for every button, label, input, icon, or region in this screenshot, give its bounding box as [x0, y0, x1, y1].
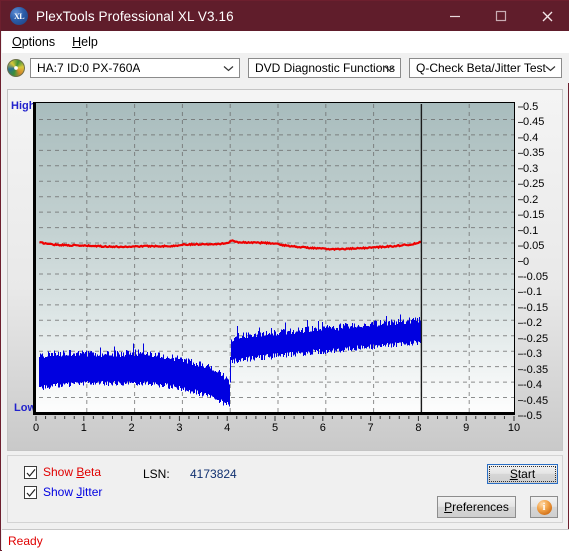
y-axis-tick: -0.4: [523, 379, 542, 392]
menu-bar: Options Help: [2, 31, 569, 53]
x-axis-tick: 3: [176, 422, 183, 434]
function-select[interactable]: DVD Diagnostic Functions: [248, 58, 401, 78]
y-axis-tick: 0.4: [523, 131, 539, 144]
y-axis-tick: -0.35: [523, 363, 549, 376]
x-axis-tick: 4: [224, 422, 231, 434]
y-axis-ticks: [518, 106, 523, 417]
menu-item-help-label: elp: [81, 35, 98, 49]
lsn-value: 4173824: [190, 467, 237, 481]
maximize-icon[interactable]: [478, 1, 524, 31]
drive-select[interactable]: HA:7 ID:0 PX-760A: [30, 58, 240, 78]
y-axis-tick: -0.15: [523, 301, 549, 314]
y-axis-tick: 0.15: [523, 209, 545, 222]
show-jitter-checkbox[interactable]: Show Jitter: [24, 485, 102, 499]
x-axis-tick: 8: [415, 422, 422, 434]
check-icon: [26, 468, 36, 477]
test-select[interactable]: Q-Check Beta/Jitter Test: [409, 58, 562, 78]
y-axis-tick: 0.35: [523, 147, 545, 160]
y-axis-tick: -0.1: [523, 286, 542, 299]
function-select-value: DVD Diagnostic Functions: [255, 61, 396, 75]
y-axis-tick: -0.05: [523, 270, 549, 283]
info-icon: i: [536, 499, 552, 515]
y-axis-tick: 0.5: [523, 101, 539, 113]
lsn-label: LSN:: [143, 467, 170, 481]
x-axis-tick: 7: [367, 422, 374, 434]
y-axis-tick: -0.45: [523, 394, 549, 407]
y-axis-tick: 0.2: [523, 193, 539, 206]
y-axis-tick: 0.1: [523, 224, 539, 237]
menu-item-options[interactable]: Options: [5, 33, 62, 51]
preferences-button[interactable]: Preferences: [437, 496, 516, 518]
chevron-down-icon: [221, 59, 235, 77]
x-axis-tick: 10: [507, 422, 521, 434]
window-controls: [432, 1, 569, 31]
check-icon: [26, 488, 36, 497]
title-bar: XL PlexTools Professional XL V3.16: [1, 1, 569, 31]
status-bar: Ready: [2, 529, 569, 551]
controls-panel: Show Beta Show Jitter LSN: 4173824 Start…: [7, 455, 563, 523]
menu-item-help[interactable]: Help: [65, 33, 105, 51]
start-button-label: Start: [509, 467, 536, 481]
x-axis: 0 1 2 3 4 5 6 7 8 9 10: [32, 416, 521, 440]
status-text: Ready: [8, 533, 43, 548]
y-axis-tick: -0.2: [523, 317, 542, 330]
start-button[interactable]: Start: [487, 464, 558, 484]
y-axis-tick: -0.25: [523, 332, 549, 345]
x-axis-tick: 1: [80, 422, 87, 434]
xl-logo-icon: XL: [10, 7, 28, 25]
window-title: PlexTools Professional XL V3.16: [36, 8, 234, 24]
x-axis-tick: 5: [271, 422, 279, 434]
y-axis-tick: 0.05: [523, 240, 545, 253]
test-select-value: Q-Check Beta/Jitter Test: [416, 61, 546, 75]
y-axis-tick: -0.5: [523, 410, 542, 422]
menu-item-options-label: ptions: [21, 35, 56, 49]
checkbox-box-beta[interactable]: [24, 465, 37, 479]
y-axis-tick: 0.45: [523, 116, 545, 129]
y-axis-tick: 0.25: [523, 178, 545, 191]
show-beta-label: Show Beta: [43, 465, 102, 479]
chevron-down-icon: [543, 59, 557, 77]
plot-canvas: [33, 102, 515, 415]
y-axis-tick: 0.3: [523, 162, 539, 175]
axis-label-high: High: [11, 100, 36, 112]
chart-panel: High Low 0.5 0.45 0.4 0.35 0.3 0.25 0.2 0.15 0.1…: [7, 89, 563, 451]
close-icon[interactable]: [524, 1, 569, 31]
y-axis: 0.5 0.45 0.4 0.35 0.3 0.25 0.2 0.15 0.1 0.05 0 -0.0…: [518, 94, 562, 424]
y-axis-tick: -0.3: [523, 348, 542, 361]
x-axis-tick: 6: [319, 422, 326, 434]
toolbar: HA:7 ID:0 PX-760A DVD Diagnostic Functio…: [2, 53, 569, 83]
info-button[interactable]: i: [530, 496, 558, 518]
show-jitter-label: Show Jitter: [43, 485, 103, 499]
checkbox-box-jitter[interactable]: [24, 485, 37, 499]
optical-disc-icon: [7, 59, 25, 77]
x-axis-tick: 0: [32, 422, 40, 434]
x-axis-tick: 9: [463, 422, 470, 434]
plot-area: [33, 102, 515, 415]
preferences-button-label: Preferences: [444, 500, 509, 514]
plot-svg: [39, 104, 514, 412]
x-axis-tick: 2: [128, 422, 135, 434]
show-beta-checkbox[interactable]: Show Beta: [24, 465, 101, 479]
application-window: XL PlexTools Professional XL V3.16 Optio…: [0, 0, 569, 551]
minimize-icon[interactable]: [432, 1, 478, 31]
chevron-down-icon: [382, 59, 396, 77]
drive-select-value: HA:7 ID:0 PX-760A: [37, 61, 141, 75]
